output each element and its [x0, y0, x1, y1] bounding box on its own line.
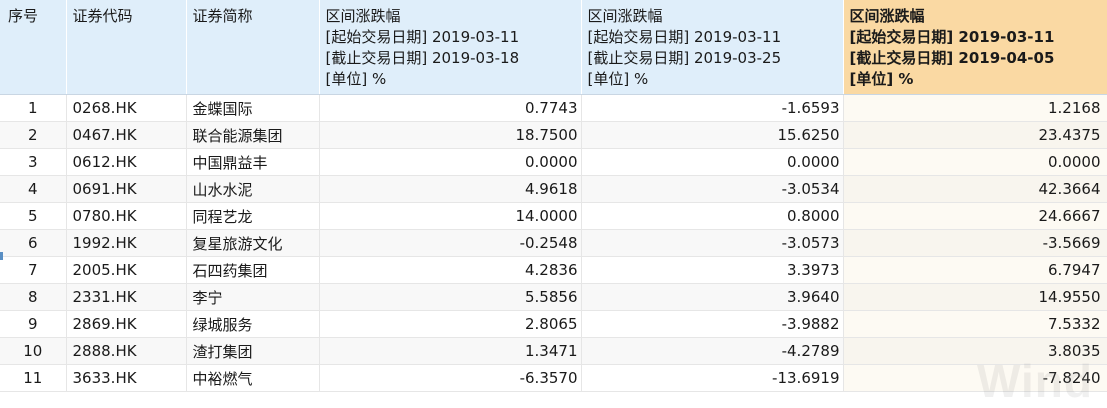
cell-period2[interactable]: -4.2789: [581, 337, 844, 365]
table-row[interactable]: 8 2331.HK 李宁 5.5856 3.9640 14.9550: [0, 283, 1107, 311]
data-grid: 序号 证券代码 证券简称 区间涨跌幅 [起始交易日期] 2019-03-11 […: [0, 0, 1107, 392]
header-end-date: [截止交易日期] 2019-03-25: [587, 49, 782, 67]
cell-code[interactable]: 2869.HK: [66, 310, 187, 338]
column-header-period3-selected[interactable]: 区间涨跌幅 [起始交易日期] 2019-03-11 [截止交易日期] 2019-…: [843, 0, 1107, 95]
table-row[interactable]: 9 2869.HK 绿城服务 2.8065 -3.9882 7.5332: [0, 310, 1107, 338]
table-row[interactable]: 6 1992.HK 复星旅游文化 -0.2548 -3.0573 -3.5669: [0, 229, 1107, 257]
table-row[interactable]: 7 2005.HK 石四药集团 4.2836 3.3973 6.7947: [0, 256, 1107, 284]
cell-period3[interactable]: 24.6667: [843, 202, 1107, 230]
table-row[interactable]: 2 0467.HK 联合能源集团 18.7500 15.6250 23.4375: [0, 121, 1107, 149]
table-row[interactable]: 1 0268.HK 金蝶国际 0.7743 -1.6593 1.2168: [0, 94, 1107, 122]
cell-code[interactable]: 3633.HK: [66, 364, 187, 392]
header-end-date: [截止交易日期] 2019-03-18: [325, 49, 520, 67]
cell-period1[interactable]: 14.0000: [319, 202, 582, 230]
cell-index[interactable]: 1: [0, 94, 67, 122]
cell-index[interactable]: 10: [0, 337, 67, 365]
header-unit: [单位] %: [587, 70, 649, 88]
cell-index[interactable]: 9: [0, 310, 67, 338]
cell-code[interactable]: 2888.HK: [66, 337, 187, 365]
cell-period2[interactable]: 3.9640: [581, 283, 844, 311]
cell-period2[interactable]: 15.6250: [581, 121, 844, 149]
cell-index[interactable]: 3: [0, 148, 67, 176]
cell-period1[interactable]: 1.3471: [319, 337, 582, 365]
header-row: 序号 证券代码 证券简称 区间涨跌幅 [起始交易日期] 2019-03-11 […: [0, 0, 1107, 95]
cell-index[interactable]: 4: [0, 175, 67, 203]
cell-code[interactable]: 0780.HK: [66, 202, 187, 230]
cell-period3[interactable]: 14.9550: [843, 283, 1107, 311]
cell-index[interactable]: 8: [0, 283, 67, 311]
cell-period1[interactable]: -6.3570: [319, 364, 582, 392]
cell-name[interactable]: 中裕燃气: [186, 364, 320, 392]
column-header-period2[interactable]: 区间涨跌幅 [起始交易日期] 2019-03-11 [截止交易日期] 2019-…: [581, 0, 844, 95]
cell-period1[interactable]: 5.5856: [319, 283, 582, 311]
cell-name[interactable]: 李宁: [186, 283, 320, 311]
column-header-code[interactable]: 证券代码: [66, 0, 187, 95]
cell-period2[interactable]: -3.0573: [581, 229, 844, 257]
cell-name[interactable]: 金蝶国际: [186, 94, 320, 122]
header-end-date: [截止交易日期] 2019-04-05: [849, 49, 1055, 67]
cell-index[interactable]: 11: [0, 364, 67, 392]
cell-period3[interactable]: 7.5332: [843, 310, 1107, 338]
cell-period2[interactable]: -3.9882: [581, 310, 844, 338]
cell-code[interactable]: 2005.HK: [66, 256, 187, 284]
cell-name[interactable]: 山水水泥: [186, 175, 320, 203]
cell-name[interactable]: 同程艺龙: [186, 202, 320, 230]
cell-period1[interactable]: 4.9618: [319, 175, 582, 203]
cell-period1[interactable]: 0.0000: [319, 148, 582, 176]
cell-code[interactable]: 2331.HK: [66, 283, 187, 311]
cell-code[interactable]: 0691.HK: [66, 175, 187, 203]
header-title: 区间涨跌幅: [587, 7, 663, 25]
cell-period3[interactable]: -3.5669: [843, 229, 1107, 257]
cell-period2[interactable]: 0.8000: [581, 202, 844, 230]
table-row[interactable]: 11 3633.HK 中裕燃气 -6.3570 -13.6919 -7.8240: [0, 364, 1107, 392]
cell-code[interactable]: 1992.HK: [66, 229, 187, 257]
cell-period1[interactable]: 2.8065: [319, 310, 582, 338]
column-header-name[interactable]: 证券简称: [186, 0, 320, 95]
cell-period1[interactable]: 0.7743: [319, 94, 582, 122]
cell-index[interactable]: 7: [0, 256, 67, 284]
table-row[interactable]: 3 0612.HK 中国鼎益丰 0.0000 0.0000 0.0000: [0, 148, 1107, 176]
cell-period2[interactable]: -1.6593: [581, 94, 844, 122]
cell-period2[interactable]: 0.0000: [581, 148, 844, 176]
cell-period3[interactable]: 3.8035: [843, 337, 1107, 365]
header-title: 区间涨跌幅: [849, 7, 925, 25]
table-row[interactable]: 5 0780.HK 同程艺龙 14.0000 0.8000 24.6667: [0, 202, 1107, 230]
grid-body: 1 0268.HK 金蝶国际 0.7743 -1.6593 1.2168 2 0467.HK 联…: [0, 94, 1107, 392]
table-row[interactable]: 10 2888.HK 渣打集团 1.3471 -4.2789 3.8035: [0, 337, 1107, 365]
cell-period1[interactable]: -0.2548: [319, 229, 582, 257]
header-start-date: [起始交易日期] 2019-03-11: [325, 28, 520, 46]
cell-code[interactable]: 0268.HK: [66, 94, 187, 122]
cell-index[interactable]: 5: [0, 202, 67, 230]
header-unit: [单位] %: [849, 70, 914, 88]
cell-code[interactable]: 0467.HK: [66, 121, 187, 149]
cell-period3[interactable]: 42.3664: [843, 175, 1107, 203]
cell-name[interactable]: 石四药集团: [186, 256, 320, 284]
cell-period2[interactable]: 3.3973: [581, 256, 844, 284]
header-title: 区间涨跌幅: [325, 7, 401, 25]
cell-name[interactable]: 中国鼎益丰: [186, 148, 320, 176]
cell-period3[interactable]: 23.4375: [843, 121, 1107, 149]
cell-period2[interactable]: -3.0534: [581, 175, 844, 203]
cell-period3[interactable]: 0.0000: [843, 148, 1107, 176]
table-row[interactable]: 4 0691.HK 山水水泥 4.9618 -3.0534 42.3664: [0, 175, 1107, 203]
cell-period2[interactable]: -13.6919: [581, 364, 844, 392]
cell-period3[interactable]: -7.8240: [843, 364, 1107, 392]
cell-period3[interactable]: 6.7947: [843, 256, 1107, 284]
header-start-date: [起始交易日期] 2019-03-11: [849, 28, 1055, 46]
resize-handle[interactable]: [0, 252, 3, 260]
cell-code[interactable]: 0612.HK: [66, 148, 187, 176]
cell-period1[interactable]: 18.7500: [319, 121, 582, 149]
column-header-index[interactable]: 序号: [0, 0, 67, 95]
cell-index[interactable]: 2: [0, 121, 67, 149]
header-start-date: [起始交易日期] 2019-03-11: [587, 28, 782, 46]
cell-name[interactable]: 绿城服务: [186, 310, 320, 338]
header-unit: [单位] %: [325, 70, 387, 88]
cell-period1[interactable]: 4.2836: [319, 256, 582, 284]
column-header-period1[interactable]: 区间涨跌幅 [起始交易日期] 2019-03-11 [截止交易日期] 2019-…: [319, 0, 582, 95]
cell-period3[interactable]: 1.2168: [843, 94, 1107, 122]
cell-name[interactable]: 复星旅游文化: [186, 229, 320, 257]
cell-index[interactable]: 6: [0, 229, 67, 257]
cell-name[interactable]: 联合能源集团: [186, 121, 320, 149]
cell-name[interactable]: 渣打集团: [186, 337, 320, 365]
